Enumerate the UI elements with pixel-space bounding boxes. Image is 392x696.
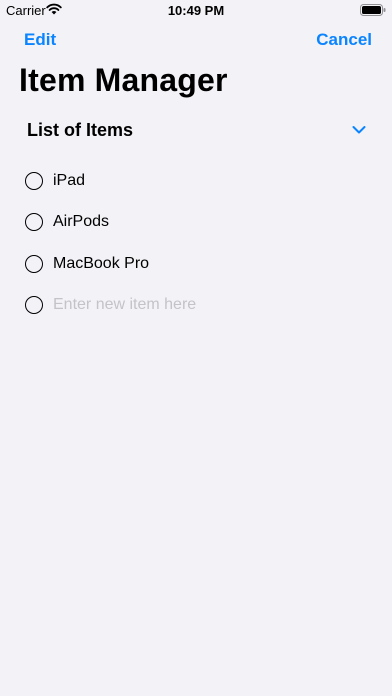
list-item-label: AirPods [53, 213, 110, 231]
list-item-label: MacBook Pro [53, 254, 150, 272]
section-header[interactable]: List of Items [27, 120, 372, 146]
radio-circle-icon[interactable] [25, 213, 43, 232]
status-bar: Carrier 10:49 PM [0, 0, 392, 22]
radio-circle-icon[interactable] [25, 254, 43, 273]
radio-circle-icon[interactable] [25, 296, 43, 315]
status-time: 10:49 PM [167, 3, 225, 18]
chevron-down-icon[interactable] [352, 125, 366, 135]
list-item[interactable]: iPad [25, 160, 370, 202]
new-item-input[interactable] [53, 296, 333, 315]
cancel-button[interactable]: Cancel [316, 30, 372, 50]
edit-button[interactable]: Edit [24, 30, 56, 50]
list-item-label: iPad [53, 171, 86, 189]
list-item[interactable]: AirPods [25, 202, 370, 244]
battery-icon [360, 4, 386, 16]
radio-circle-icon[interactable] [25, 171, 43, 190]
list-item[interactable]: MacBook Pro [25, 243, 370, 285]
section-title: List of Items [27, 120, 134, 140]
items-list: iPad AirPods MacBook Pro [25, 160, 370, 326]
new-item-row[interactable] [25, 285, 370, 327]
page-title: Item Manager [19, 62, 228, 98]
